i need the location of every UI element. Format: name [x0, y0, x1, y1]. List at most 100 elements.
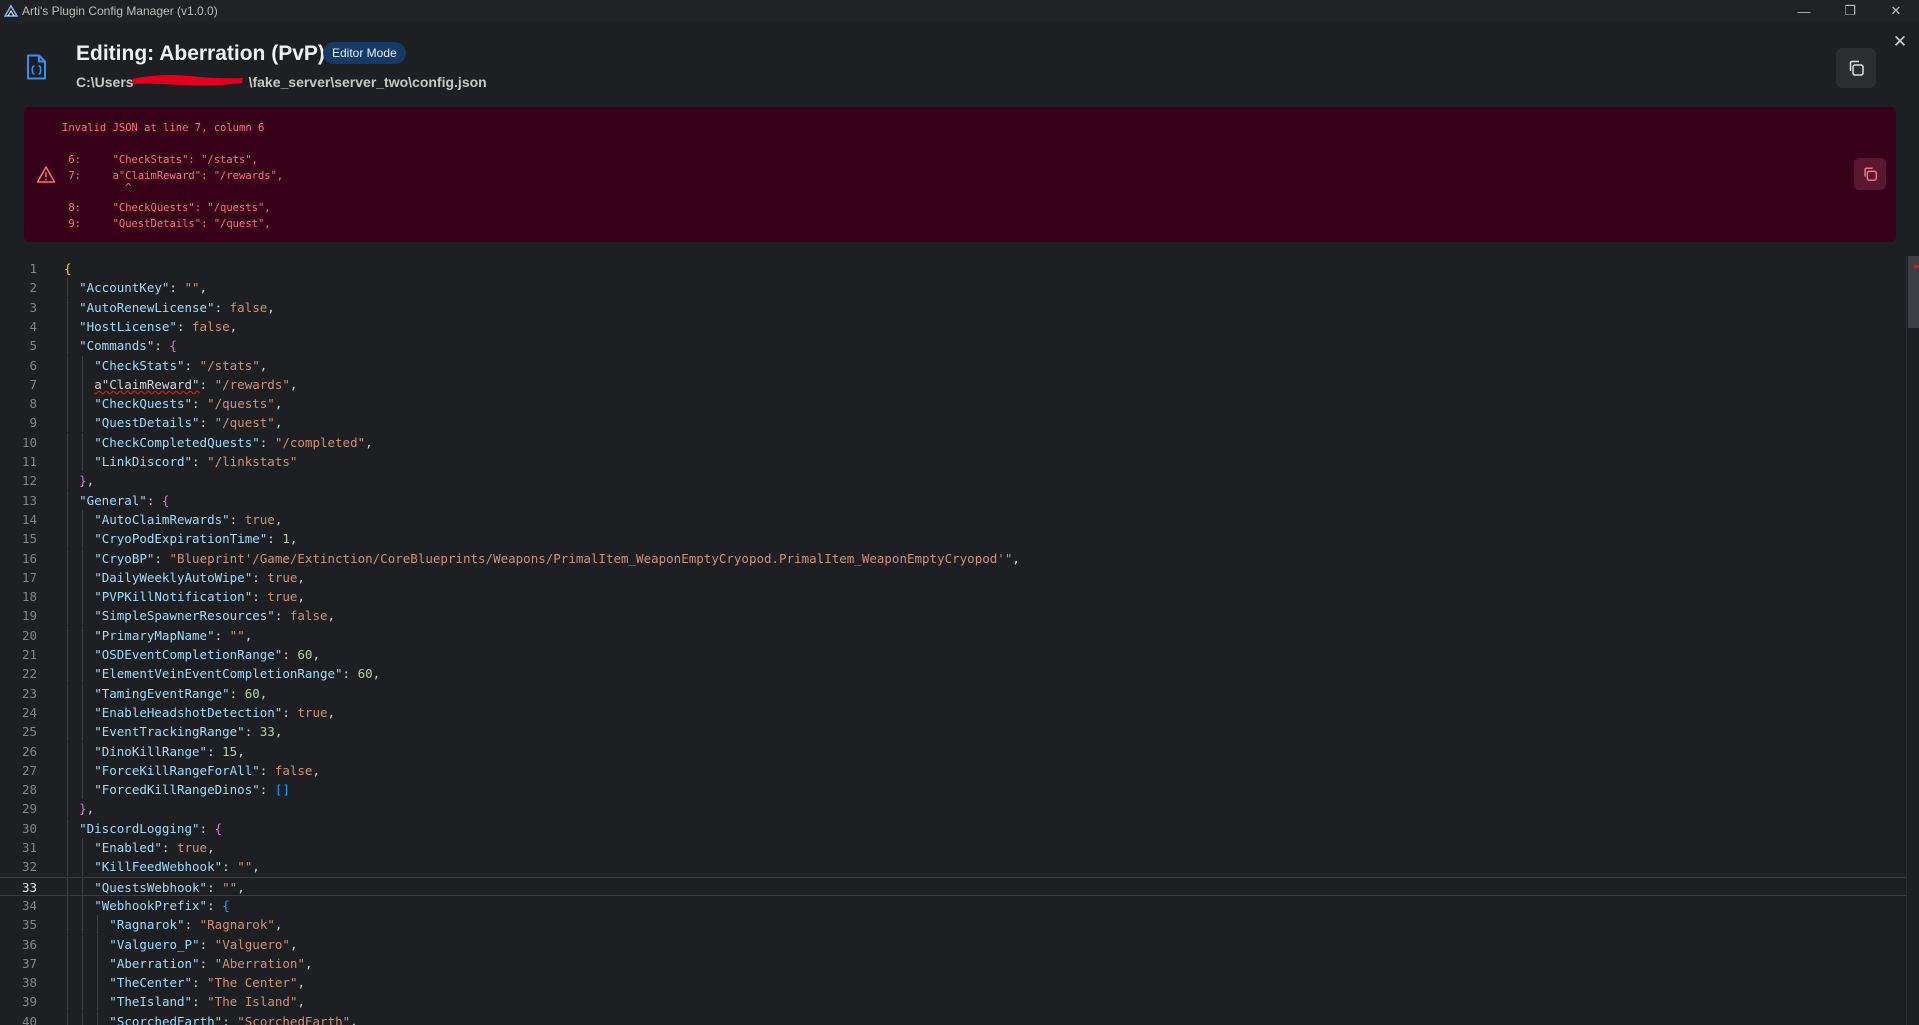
- code-text: "SimpleSpawnerResources": false,: [94, 606, 335, 625]
- code-token: true: [244, 511, 275, 527]
- line-number: 35: [21, 917, 37, 933]
- code-line[interactable]: 36 "Valguero_P": "Valguero",: [0, 934, 1906, 954]
- code-line[interactable]: 29},: [0, 799, 1906, 819]
- code-text: "Valguero_P": "Valguero",: [109, 935, 297, 954]
- code-line[interactable]: 38 "TheCenter": "The Center",: [0, 973, 1906, 993]
- code-line[interactable]: 26 "DinoKillRange": 15,: [0, 741, 1906, 761]
- code-line[interactable]: 40 "ScorchedEarth": "ScorchedEarth",: [0, 1011, 1906, 1025]
- code-line[interactable]: 32 "KillFeedWebhook": "",: [0, 857, 1906, 877]
- editor-mode-badge: Editor Mode: [323, 42, 406, 64]
- code-token: "CheckStats": [94, 357, 185, 373]
- indent-guide: [67, 915, 68, 935]
- code-line[interactable]: 8 "CheckQuests": "/quests",: [0, 394, 1906, 414]
- error-details: Invalid JSON at line 7, column 6 6: "Che…: [62, 120, 283, 232]
- line-number: 39: [21, 994, 37, 1010]
- code-line[interactable]: 20 "PrimaryMapName": "",: [0, 625, 1906, 645]
- code-line[interactable]: 15 "CryoPodExpirationTime": 1,: [0, 529, 1906, 549]
- code-line[interactable]: 30 "DiscordLogging": {: [0, 818, 1906, 838]
- minimize-button[interactable]: —: [1781, 0, 1827, 22]
- json-code-editor[interactable]: 1{2 "AccountKey": "", 3 "AutoRenewLicense":…: [0, 256, 1919, 1025]
- code-token: false: [229, 299, 268, 315]
- indent-guide: [67, 452, 68, 471]
- code-token: ,: [267, 299, 275, 315]
- code-token: ,: [327, 608, 336, 624]
- close-editor-button[interactable]: ✕: [1890, 32, 1910, 52]
- code-line[interactable]: 2 "AccountKey": "",: [0, 278, 1906, 298]
- code-line[interactable]: 22 "ElementVeinEventCompletionRange": 60,: [0, 664, 1906, 684]
- code-token: "CryoPodExpirationTime": [94, 531, 268, 547]
- code-token: "PrimaryMapName": [94, 627, 215, 643]
- code-line[interactable]: 25 "EventTrackingRange": 33,: [0, 722, 1906, 742]
- code-token: :: [282, 647, 298, 662]
- code-line[interactable]: 16 "CryoBP": "Blueprint'/Game/Extinction/…: [0, 548, 1906, 568]
- code-line[interactable]: 10 "CheckCompletedQuests": "/completed",: [0, 432, 1906, 452]
- code-line[interactable]: 4 "HostLicense": false,: [0, 316, 1906, 336]
- code-line[interactable]: 28 "ForcedKillRangeDinos": []: [0, 780, 1906, 800]
- indent-guide: [97, 973, 99, 993]
- indent-guide: [82, 877, 84, 897]
- code-line[interactable]: 33 "QuestsWebhook": "",: [0, 876, 1906, 897]
- code-token: ,: [289, 936, 298, 952]
- line-number: 13: [21, 492, 37, 508]
- code-line[interactable]: 18 "PVPKillNotification": true,: [0, 587, 1906, 607]
- code-line[interactable]: 1{: [0, 259, 1906, 278]
- code-line[interactable]: 21 "OSDEventCompletionRange": 60,: [0, 645, 1906, 664]
- code-token: "LinkDiscord": [94, 454, 193, 469]
- warning-icon: [36, 165, 56, 185]
- copy-file-button[interactable]: [1836, 48, 1876, 88]
- code-line[interactable]: 37 "Aberration": "Aberration",: [0, 953, 1906, 973]
- indent-guide: [67, 529, 68, 549]
- code-line[interactable]: 9 "QuestDetails": "/quest",: [0, 413, 1906, 433]
- line-number: 12: [21, 473, 37, 489]
- indent-guide: [82, 683, 84, 703]
- code-line[interactable]: 27 "ForceKillRangeForAll": false,: [0, 760, 1906, 780]
- code-token: 60: [297, 647, 313, 662]
- code-line[interactable]: 7 a"ClaimReward": "/rewards",: [0, 374, 1906, 394]
- indent-guide: [82, 1011, 84, 1025]
- code-line[interactable]: 11 "LinkDiscord": "/linkstats": [0, 452, 1906, 471]
- code-text: "HostLicense": false,: [79, 317, 237, 336]
- syntax-error-token: a"ClaimReward": [94, 376, 200, 392]
- code-line[interactable]: 3 "AutoRenewLicense": false,: [0, 297, 1906, 317]
- code-token: "KillFeedWebhook": [94, 859, 223, 875]
- line-number: 2: [29, 280, 37, 296]
- indent-guide: [82, 529, 84, 549]
- code-text: "CryoBP": "Blueprint'/Game/Extinction/Co…: [94, 549, 1020, 568]
- code-line[interactable]: 35 "Ragnarok": "Ragnarok",: [0, 915, 1906, 935]
- editor-scrollbar[interactable]: [1906, 256, 1919, 1025]
- code-token: ,: [274, 724, 283, 740]
- code-line[interactable]: 39 "TheIsland": "The Island",: [0, 992, 1906, 1012]
- maximize-button[interactable]: ❐: [1827, 0, 1873, 22]
- code-line[interactable]: 23 "TamingEventRange": 60,: [0, 683, 1906, 703]
- indent-guide: [97, 915, 99, 935]
- code-token: "Ragnarok": [199, 917, 275, 933]
- indent-guide: [67, 645, 68, 664]
- line-number: 31: [21, 840, 37, 855]
- window-close-button[interactable]: ✕: [1873, 0, 1919, 22]
- indent-guide: [67, 509, 68, 529]
- code-line[interactable]: 19 "SimpleSpawnerResources": false,: [0, 606, 1906, 626]
- code-token: :: [184, 357, 200, 373]
- error-snippet-line: 6: "CheckStats": "/stats",: [62, 154, 258, 166]
- code-line[interactable]: 14 "AutoClaimRewards": true,: [0, 509, 1906, 529]
- code-token: :: [222, 859, 238, 875]
- code-line[interactable]: 31 "Enabled": true,: [0, 838, 1906, 857]
- code-line[interactable]: 13 "General": {: [0, 490, 1906, 510]
- code-token: :: [199, 376, 215, 392]
- code-text: "KillFeedWebhook": "",: [94, 857, 260, 876]
- indent-guide: [82, 973, 84, 993]
- code-line[interactable]: 12},: [0, 471, 1906, 491]
- indent-guide: [82, 645, 84, 664]
- indent-guide: [67, 297, 68, 317]
- code-line[interactable]: 24 "EnableHeadshotDetection": true,: [0, 702, 1906, 722]
- indent-guide: [82, 606, 84, 626]
- code-line[interactable]: 34 "WebhookPrefix": {: [0, 895, 1906, 915]
- code-line[interactable]: 17 "DailyWeeklyAutoWipe": true,: [0, 567, 1906, 587]
- copy-error-button[interactable]: [1854, 158, 1886, 190]
- code-token: "Enabled": [94, 840, 162, 855]
- code-line[interactable]: 5 "Commands": {: [0, 336, 1906, 356]
- code-token: ,: [244, 627, 253, 643]
- code-line[interactable]: 6 "CheckStats": "/stats",: [0, 355, 1906, 375]
- indent-guide: [82, 587, 84, 607]
- code-token: ,: [327, 704, 336, 720]
